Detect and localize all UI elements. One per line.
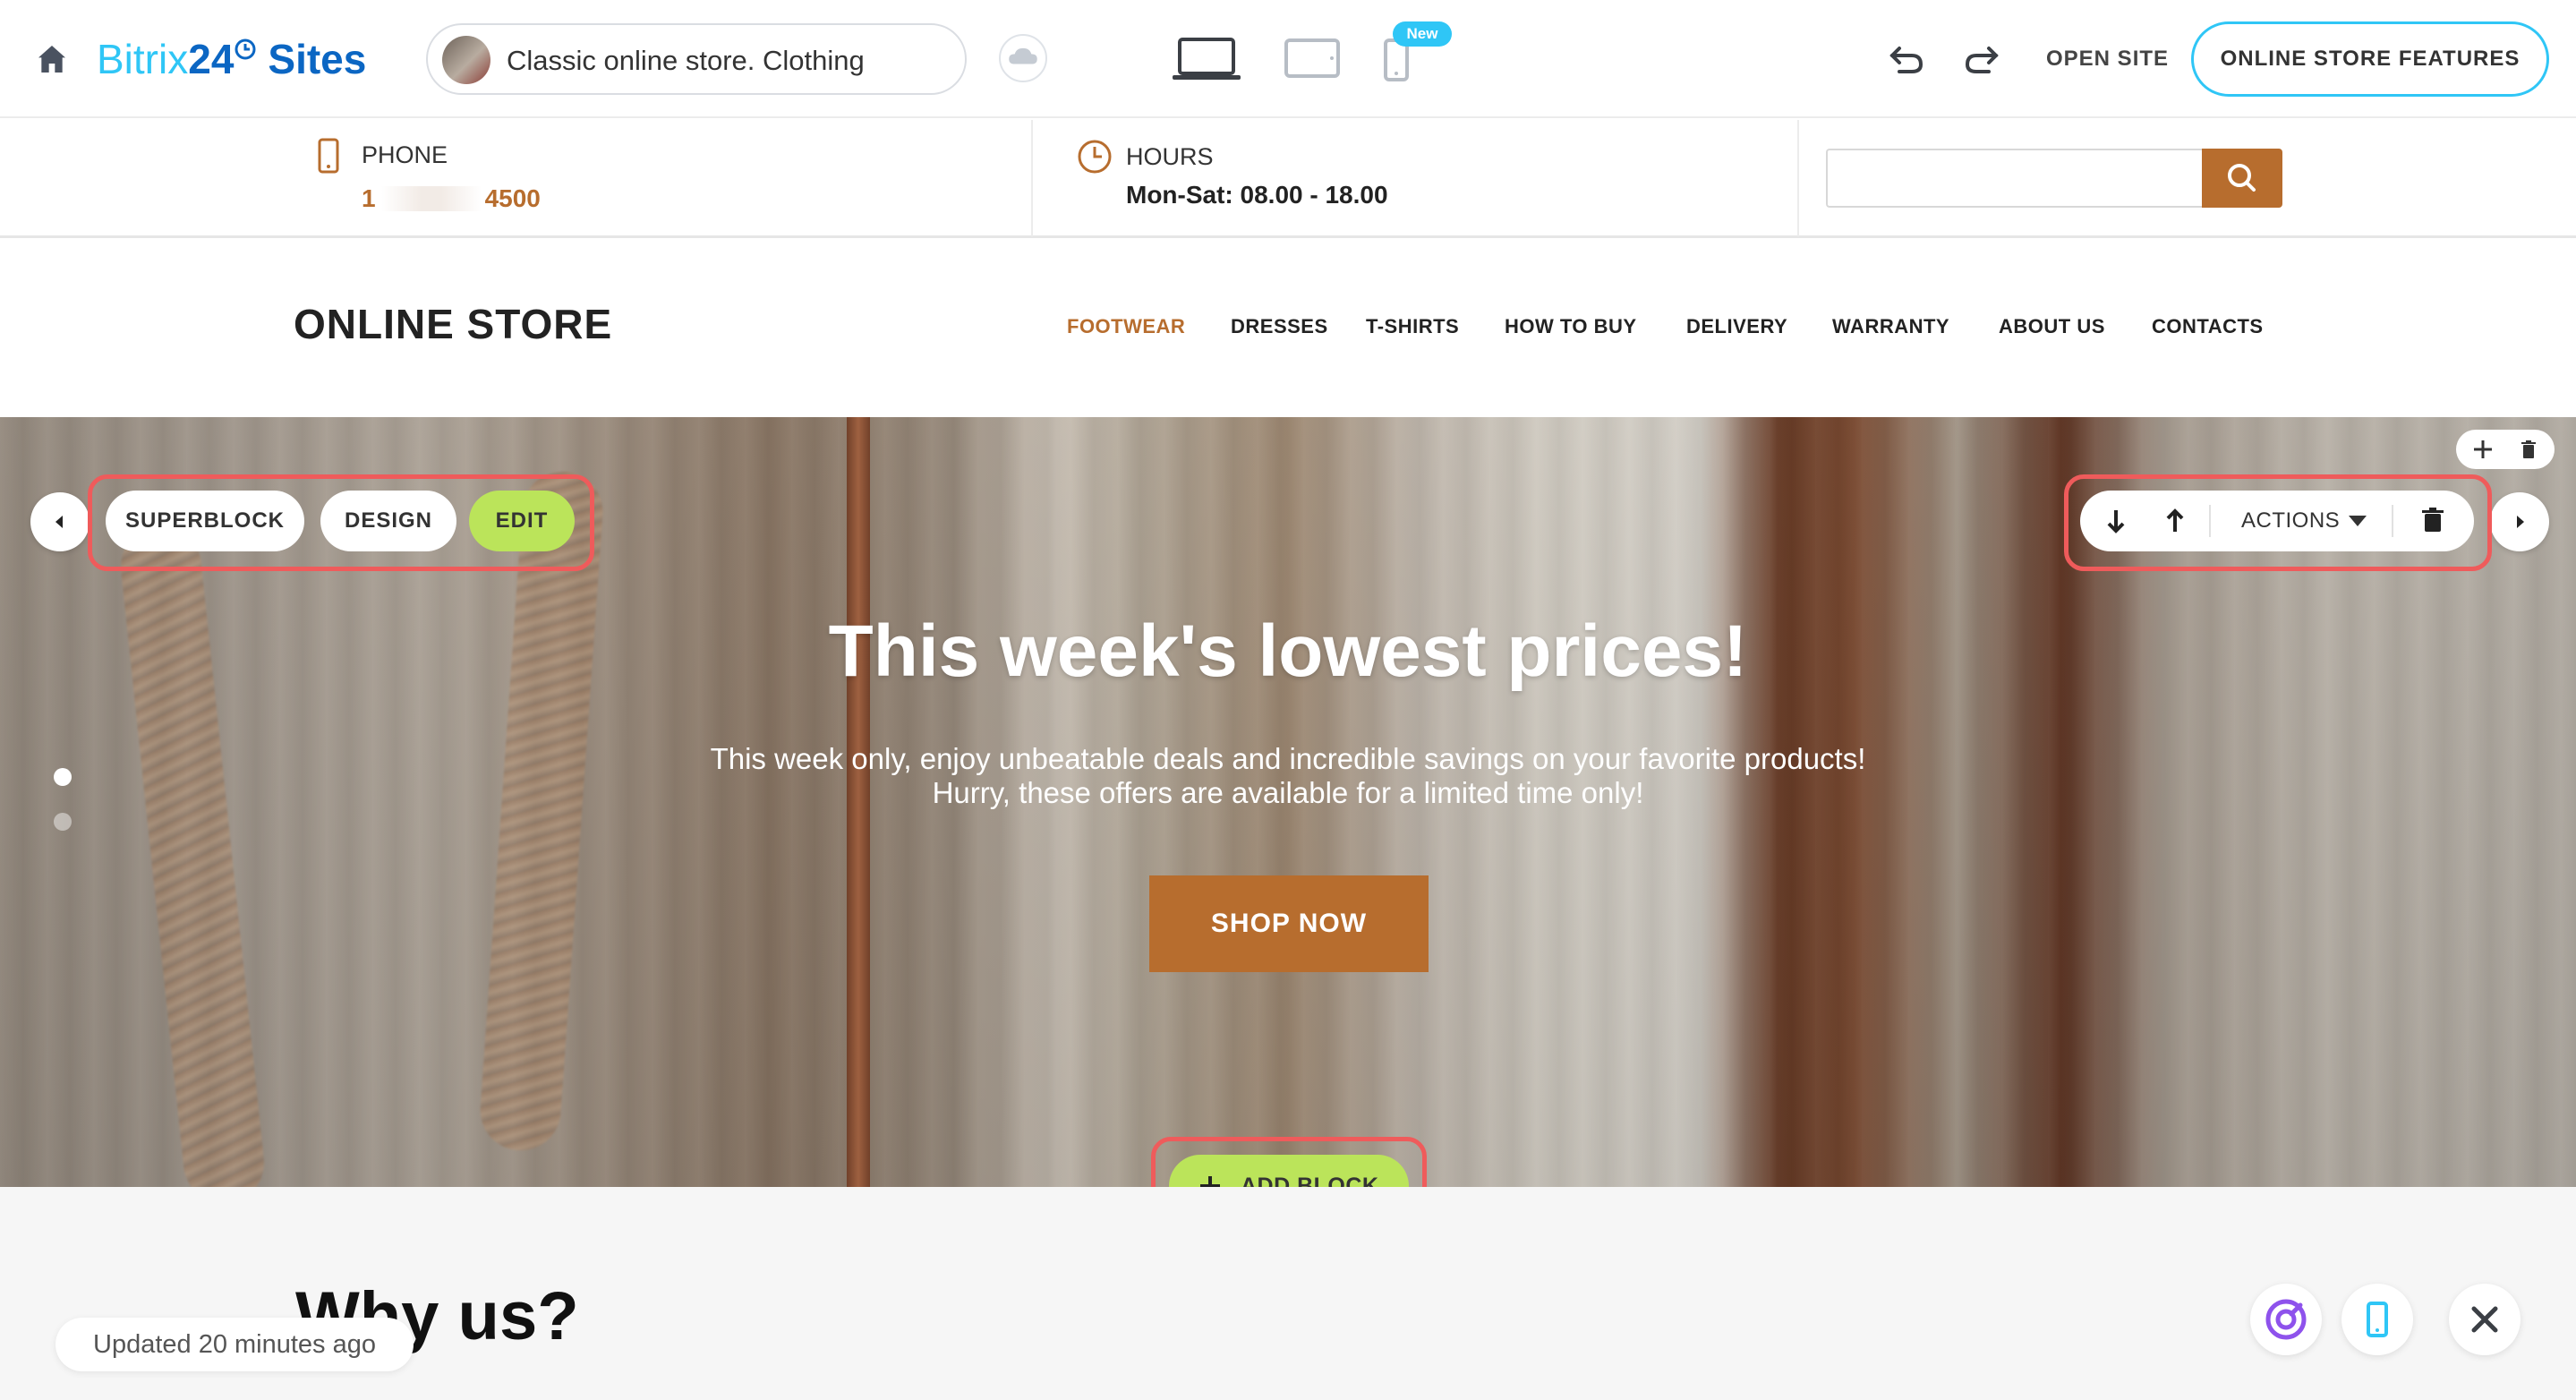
editor-toolbar: Bitrix24 Sites Classic online store. Clot… <box>0 0 2576 118</box>
mobile-preview-button[interactable] <box>2341 1284 2413 1355</box>
store-logo[interactable]: ONLINE STORE <box>294 297 612 351</box>
hero-background-detail <box>477 468 606 1154</box>
copilot-icon <box>2265 1299 2307 1340</box>
arrow-up-icon[interactable] <box>2157 503 2193 539</box>
info-divider <box>1797 120 1799 236</box>
arrow-down-icon[interactable] <box>2098 503 2134 539</box>
nav-item-footwear[interactable]: FOOTWEAR <box>1067 313 1185 340</box>
open-site-link[interactable]: OPEN SITE <box>2046 39 2169 79</box>
new-badge: New <box>1393 21 1452 47</box>
tablet-icon[interactable] <box>1284 38 1341 79</box>
why-us-section: Why us? Updated 20 minutes ago <box>0 1187 2576 1400</box>
hero-subtitle-line-2: Hurry, these offers are available for a … <box>932 776 1644 809</box>
actions-dropdown[interactable]: ACTIONS <box>2241 491 2340 551</box>
action-separator <box>2209 505 2211 537</box>
online-store-features-button[interactable]: ONLINE STORE FEATURES <box>2191 21 2549 97</box>
nav-item-warranty[interactable]: WARRANTY <box>1832 313 1949 340</box>
action-separator <box>2392 505 2393 537</box>
superblock-button[interactable]: SUPERBLOCK <box>106 491 304 551</box>
desktop-icon[interactable] <box>1171 36 1242 82</box>
mobile-icon <box>2367 1302 2388 1337</box>
home-icon[interactable] <box>34 41 70 77</box>
redo-icon[interactable] <box>1960 41 2001 77</box>
chevron-down-icon[interactable] <box>2349 516 2367 526</box>
brand-logo: Bitrix24 Sites <box>97 32 366 86</box>
edit-button[interactable]: EDIT <box>469 491 575 551</box>
trash-icon[interactable] <box>2415 503 2451 539</box>
cloud-icon[interactable] <box>999 34 1047 82</box>
design-button[interactable]: DESIGN <box>320 491 456 551</box>
store-header: ONLINE STORE FOOTWEAR DRESSES T-SHIRTS H… <box>0 240 2576 417</box>
phone-redaction <box>381 186 482 211</box>
plus-icon[interactable] <box>2472 439 2494 460</box>
copilot-button[interactable] <box>2250 1284 2322 1355</box>
block-action-bar: ACTIONS <box>2080 491 2474 551</box>
slide-dot-1[interactable] <box>54 768 72 786</box>
trash-icon[interactable] <box>2519 439 2538 460</box>
next-block-button[interactable] <box>2490 492 2549 551</box>
nav-item-contacts[interactable]: CONTACTS <box>2152 313 2264 340</box>
info-divider <box>1031 120 1033 236</box>
hero-slider: This week's lowest prices! This week onl… <box>0 417 2576 1187</box>
phone-label: PHONE <box>362 141 448 168</box>
nav-item-dresses[interactable]: DRESSES <box>1231 313 1328 340</box>
brand-part-2: 24 <box>188 36 235 82</box>
chevron-left-icon <box>55 516 63 528</box>
hours-label: HOURS <box>1126 143 1214 170</box>
hero-subtitle-line-1: This week only, enjoy unbeatable deals a… <box>710 742 1866 775</box>
mini-block-toolbar <box>2456 430 2555 469</box>
nav-item-delivery[interactable]: DELIVERY <box>1686 313 1787 340</box>
phone-number-end: 4500 <box>484 184 541 212</box>
nav-item-how-to-buy[interactable]: HOW TO BUY <box>1505 313 1637 340</box>
site-name: Classic online store. Clothing <box>507 45 865 76</box>
site-thumbnail <box>442 36 490 84</box>
search-button[interactable] <box>2202 149 2282 208</box>
previous-block-button[interactable] <box>30 492 90 551</box>
search-icon <box>2228 164 2256 192</box>
shop-now-button[interactable]: SHOP NOW <box>1149 875 1429 972</box>
chevron-right-icon <box>2517 516 2524 528</box>
brand-clock-icon <box>235 38 256 60</box>
brand-part-3: Sites <box>268 36 367 82</box>
store-info-bar: PHONE 1 4500 HOURS Mon-Sat: 08.00 - 18.00 <box>0 120 2576 238</box>
close-editor-button[interactable] <box>2449 1284 2521 1355</box>
slide-dot-2[interactable] <box>54 813 72 831</box>
brand-part-1: Bitrix <box>97 36 189 82</box>
phone-number-start: 1 <box>362 184 376 212</box>
phone-icon <box>318 138 339 174</box>
hours-value: Mon-Sat: 08.00 - 18.00 <box>1126 181 1388 209</box>
updated-status: Updated 20 minutes ago <box>55 1318 414 1371</box>
hero-title: This week's lowest prices! <box>828 610 1748 692</box>
search-input[interactable] <box>1826 149 2204 208</box>
undo-icon[interactable] <box>1887 41 1928 77</box>
site-selector[interactable]: Classic online store. Clothing <box>426 23 967 95</box>
nav-item-about-us[interactable]: ABOUT US <box>1999 313 2105 340</box>
nav-item-t-shirts[interactable]: T-SHIRTS <box>1366 313 1459 340</box>
close-icon <box>2471 1306 2498 1333</box>
clock-icon <box>1078 140 1112 174</box>
